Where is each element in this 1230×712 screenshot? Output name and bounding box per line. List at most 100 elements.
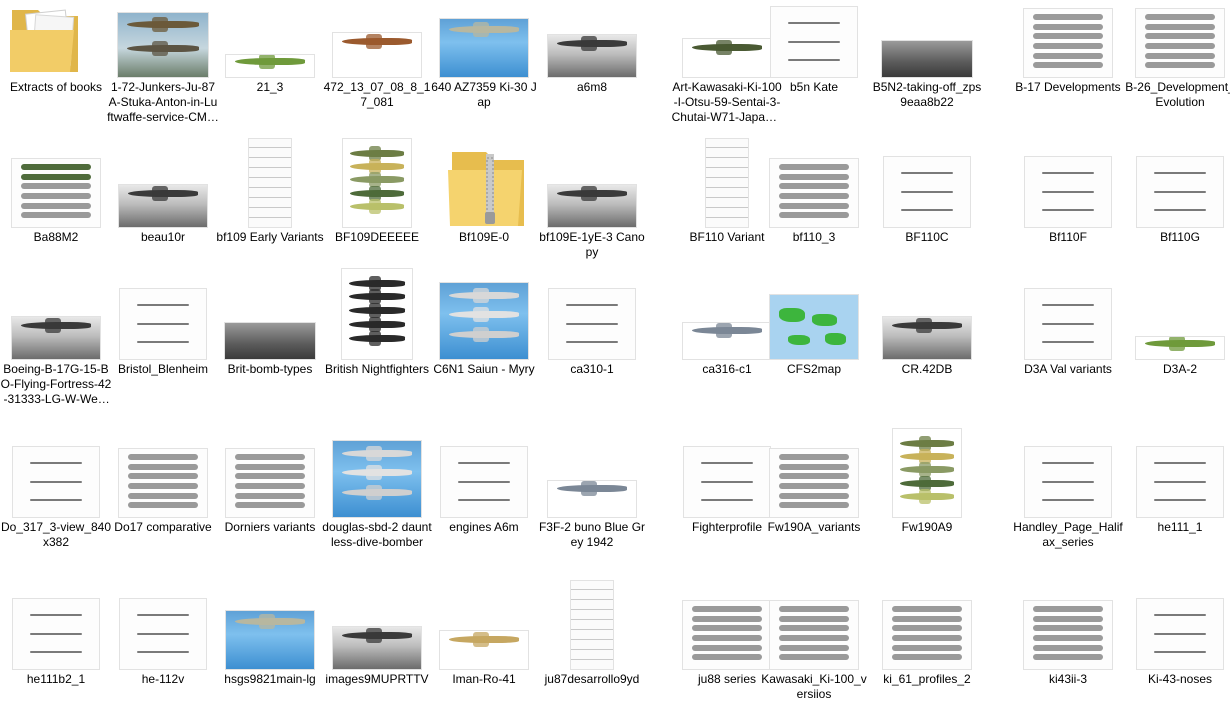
file-icon[interactable]: [214, 592, 326, 670]
file-icon[interactable]: [871, 428, 983, 518]
file-icon[interactable]: [536, 440, 648, 518]
file-item[interactable]: b5n Kate: [758, 0, 870, 94]
file-item[interactable]: Dorniers variants: [214, 440, 326, 534]
file-icon[interactable]: [214, 440, 326, 518]
file-icon[interactable]: [321, 268, 433, 360]
file-item[interactable]: Bristol_Blenheim: [107, 282, 219, 376]
file-item[interactable]: BF109DEEEEE: [321, 138, 433, 244]
file-item[interactable]: ju87desarrollo9yd: [536, 580, 648, 686]
file-item[interactable]: a6m8: [536, 0, 648, 94]
file-icon[interactable]: [107, 0, 219, 78]
file-icon[interactable]: [1012, 282, 1124, 360]
file-icon[interactable]: [214, 138, 326, 228]
file-icon[interactable]: [871, 0, 983, 78]
file-icon[interactable]: [1012, 592, 1124, 670]
file-item[interactable]: Bf110F: [1012, 150, 1124, 244]
file-icon[interactable]: [1124, 0, 1230, 78]
file-item[interactable]: B-26_Development_Evolution: [1124, 0, 1230, 109]
file-item[interactable]: Iman-Ro-41: [428, 592, 540, 686]
file-icon[interactable]: [758, 592, 870, 670]
file-icon[interactable]: [107, 592, 219, 670]
file-icon[interactable]: [214, 282, 326, 360]
file-icon[interactable]: [0, 150, 112, 228]
file-icon[interactable]: [428, 0, 540, 78]
file-icon[interactable]: [0, 592, 112, 670]
file-item[interactable]: 472_13_07_08_8_17_081: [321, 0, 433, 109]
file-icon[interactable]: [536, 282, 648, 360]
file-item[interactable]: CR.42DB: [871, 282, 983, 376]
file-item[interactable]: hsgs9821main-lg: [214, 592, 326, 686]
file-icon[interactable]: [758, 0, 870, 78]
file-icon[interactable]: [321, 440, 433, 518]
file-icon[interactable]: [428, 282, 540, 360]
file-icon[interactable]: [871, 592, 983, 670]
file-item[interactable]: bf110_3: [758, 150, 870, 244]
file-item[interactable]: he-112v: [107, 592, 219, 686]
file-item[interactable]: Extracts of books: [0, 0, 112, 94]
file-icon[interactable]: [1012, 0, 1124, 78]
file-icon[interactable]: [1124, 440, 1230, 518]
file-item[interactable]: Bf110G: [1124, 150, 1230, 244]
file-icon[interactable]: [871, 150, 983, 228]
file-item[interactable]: CFS2map: [758, 282, 870, 376]
file-icon[interactable]: [1124, 282, 1230, 360]
file-item[interactable]: Bf109E-0: [428, 150, 540, 244]
file-icon[interactable]: [107, 150, 219, 228]
file-item[interactable]: beau10r: [107, 150, 219, 244]
file-item[interactable]: Brit-bomb-types: [214, 282, 326, 376]
file-icon[interactable]: [1124, 592, 1230, 670]
file-item[interactable]: Ki-43-noses: [1124, 592, 1230, 686]
file-item[interactable]: Kawasaki_Ki-100_versiios: [758, 592, 870, 701]
file-item[interactable]: bf109 Early Variants: [214, 138, 326, 244]
file-icon[interactable]: [214, 0, 326, 78]
file-item[interactable]: 640 AZ7359 Ki-30 Jap: [428, 0, 540, 109]
file-icon[interactable]: [758, 440, 870, 518]
file-icon[interactable]: [871, 282, 983, 360]
file-icon[interactable]: [0, 440, 112, 518]
file-icon[interactable]: [1124, 150, 1230, 228]
file-icon[interactable]: [1012, 150, 1124, 228]
file-item[interactable]: douglas-sbd-2 dauntless-dive-bomber: [321, 440, 433, 549]
file-icon[interactable]: [107, 282, 219, 360]
file-item[interactable]: he111b2_1: [0, 592, 112, 686]
file-item[interactable]: D3A Val variants: [1012, 282, 1124, 376]
file-icon[interactable]: [1012, 440, 1124, 518]
file-icon[interactable]: [321, 592, 433, 670]
file-icon[interactable]: [0, 282, 112, 360]
file-icon[interactable]: [536, 580, 648, 670]
file-item[interactable]: he111_1: [1124, 440, 1230, 534]
file-item[interactable]: D3A-2: [1124, 282, 1230, 376]
file-icon[interactable]: [0, 0, 112, 78]
file-item[interactable]: F3F-2 buno Blue Grey 1942: [536, 440, 648, 549]
file-icon[interactable]: [536, 150, 648, 228]
file-item[interactable]: C6N1 Saiun - Myry: [428, 282, 540, 376]
file-icon[interactable]: [428, 150, 540, 228]
file-icon[interactable]: [536, 0, 648, 78]
file-item[interactable]: Fw190A9: [871, 428, 983, 534]
file-item[interactable]: Boeing-B-17G-15-BO-Flying-Fortress-42-31…: [0, 282, 112, 406]
file-icon[interactable]: [321, 0, 433, 78]
file-item[interactable]: Fw190A_variants: [758, 440, 870, 534]
file-item[interactable]: 21_3: [214, 0, 326, 94]
file-item[interactable]: bf109E-1yE-3 Canopy: [536, 150, 648, 259]
file-item[interactable]: Handley_Page_Halifax_series: [1012, 440, 1124, 549]
file-icon[interactable]: [758, 282, 870, 360]
file-item[interactable]: engines A6m: [428, 440, 540, 534]
file-icon[interactable]: [758, 150, 870, 228]
file-item[interactable]: ki43ii-3: [1012, 592, 1124, 686]
file-item[interactable]: British Nightfighters: [321, 268, 433, 376]
file-item[interactable]: ca310-1: [536, 282, 648, 376]
file-item[interactable]: images9MUPRTTV: [321, 592, 433, 686]
file-icon[interactable]: [428, 440, 540, 518]
file-item[interactable]: B-17 Developments: [1012, 0, 1124, 94]
file-icon[interactable]: [428, 592, 540, 670]
file-icon[interactable]: [321, 138, 433, 228]
file-item[interactable]: B5N2-taking-off_zps9eaa8b22: [871, 0, 983, 109]
file-item[interactable]: 1-72-Junkers-Ju-87A-Stuka-Anton-in-Luftw…: [107, 0, 219, 124]
file-item[interactable]: BF110C: [871, 150, 983, 244]
file-item[interactable]: Do17 comparative: [107, 440, 219, 534]
file-icon[interactable]: [107, 440, 219, 518]
file-item[interactable]: ki_61_profiles_2: [871, 592, 983, 686]
file-item[interactable]: Ba88M2: [0, 150, 112, 244]
file-item[interactable]: Do_317_3-view_840x382: [0, 440, 112, 549]
